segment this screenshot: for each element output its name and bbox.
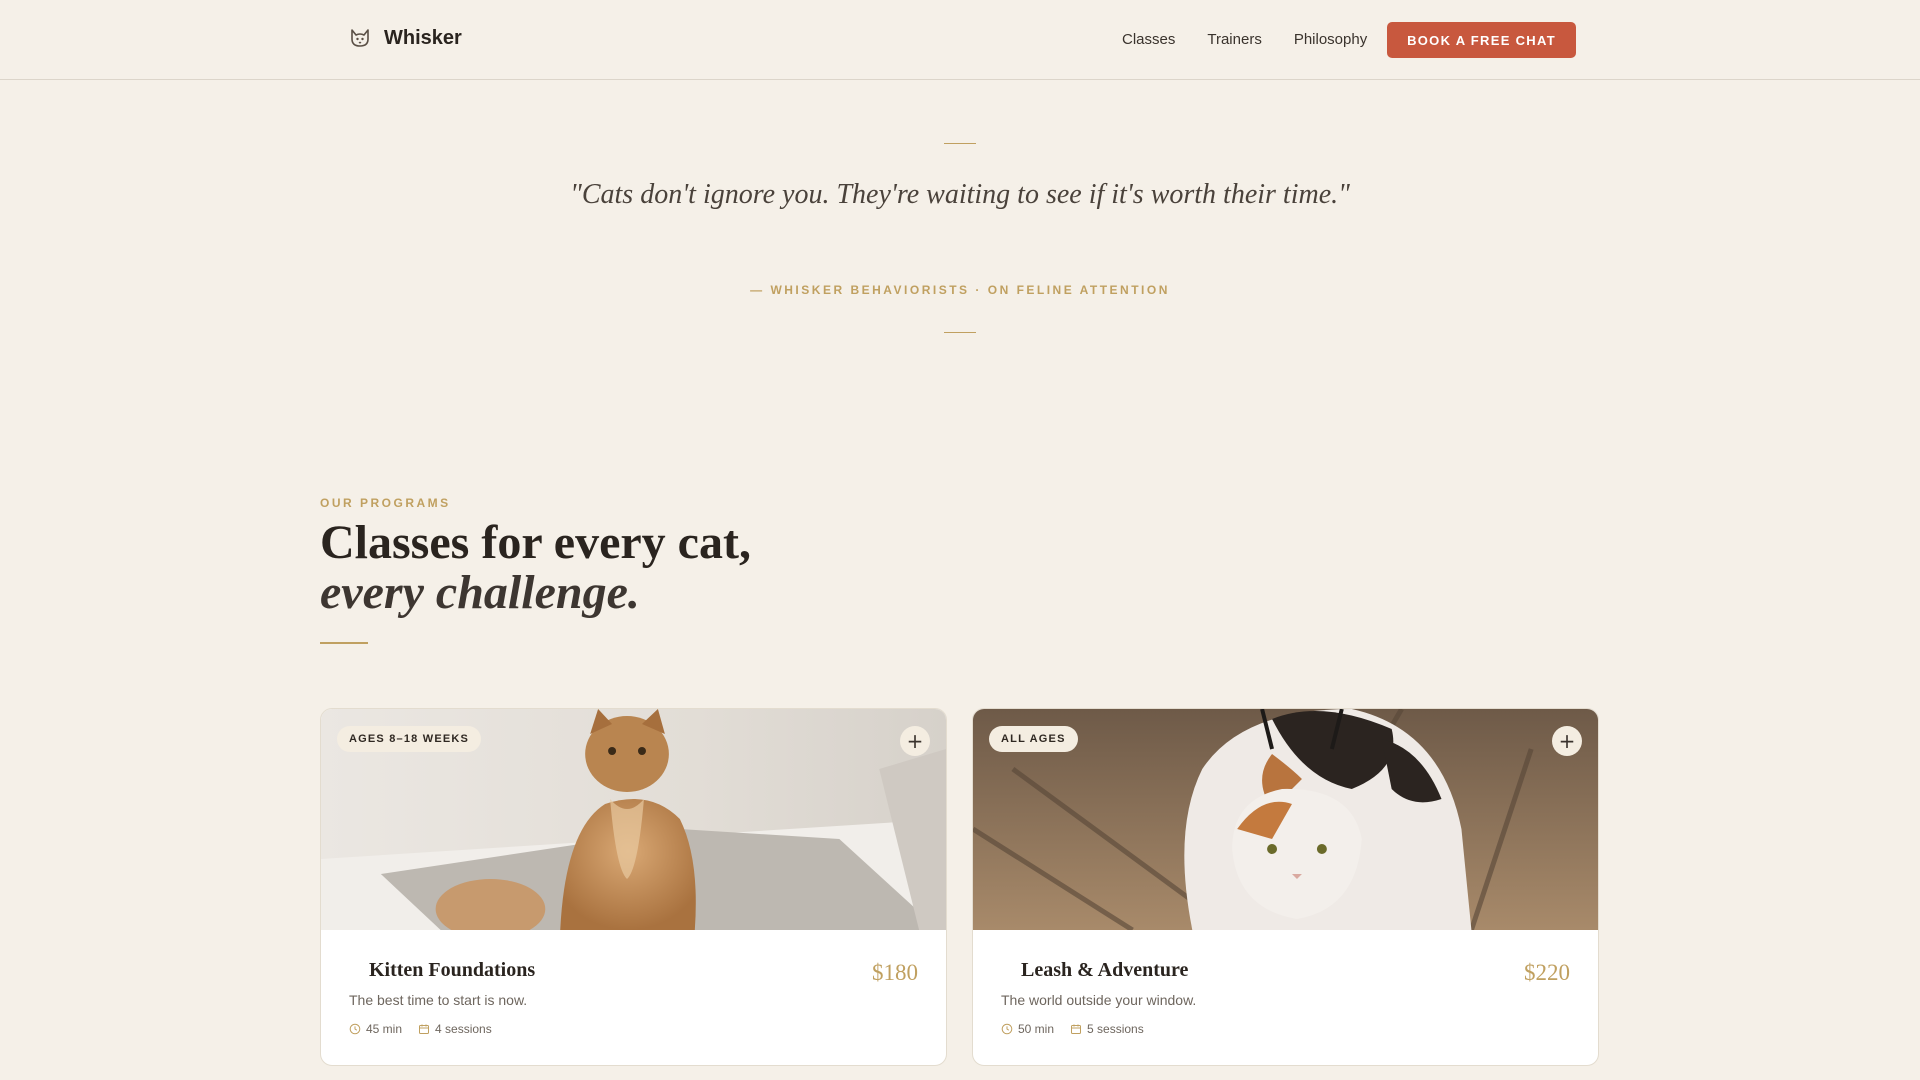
quote-top-divider <box>944 143 976 144</box>
nav-links: Classes Trainers Philosophy <box>1122 31 1367 48</box>
sessions-text: 4 sessions <box>435 1022 492 1036</box>
sessions-meta: 4 sessions <box>418 1022 492 1036</box>
age-badge: ALL AGES <box>989 726 1078 752</box>
age-badge: AGES 8–18 WEEKS <box>337 726 482 752</box>
card-description: The world outside your window. <box>1001 992 1197 1008</box>
calendar-icon <box>1071 1024 1082 1034</box>
clock-icon <box>1001 1023 1013 1035</box>
quote-attribution: — WHISKER BEHAVIORISTS · ON FELINE ATTEN… <box>750 283 1170 297</box>
section-heading-line1: Classes for every cat, <box>320 516 751 569</box>
top-nav: Whisker Classes Trainers Philosophy BOOK… <box>0 0 1920 80</box>
card-description: The best time to start is now. <box>349 992 528 1008</box>
section-heading: Classes for every cat, every challenge. <box>320 518 1120 618</box>
card-title: Leash & Adventure <box>1021 959 1189 981</box>
card-meta: 45 min 4 sessions <box>349 1022 492 1036</box>
duration-text: 45 min <box>366 1022 403 1036</box>
add-icon[interactable]: + <box>1552 726 1582 756</box>
section-heading-line2: every challenge. <box>320 566 640 619</box>
duration-meta: 45 min <box>349 1022 402 1036</box>
card-meta: 50 min 5 sessions <box>1001 1022 1144 1036</box>
clock-icon <box>349 1023 361 1035</box>
quote-bottom-divider <box>944 332 976 333</box>
nav-link-trainers[interactable]: Trainers <box>1207 31 1261 48</box>
program-card[interactable]: ALL AGES + Leash & Adventure $220 The wo… <box>972 708 1599 1066</box>
calendar-icon <box>419 1024 430 1034</box>
program-card[interactable]: AGES 8–18 WEEKS + Kitten Foundations $18… <box>320 708 947 1066</box>
section-eyebrow: OUR PROGRAMS <box>320 496 451 510</box>
nav-link-philosophy[interactable]: Philosophy <box>1294 31 1367 48</box>
card-title: Kitten Foundations <box>369 959 536 981</box>
section-heading-divider <box>320 642 368 644</box>
sessions-meta: 5 sessions <box>1070 1022 1144 1036</box>
card-price: $180 <box>872 960 918 985</box>
brand-logo[interactable]: Whisker <box>348 26 462 50</box>
quote-text: "Cats don't ignore you. They're waiting … <box>570 179 1350 210</box>
book-free-chat-button[interactable]: BOOK A FREE CHAT <box>1387 22 1576 58</box>
duration-text: 50 min <box>1018 1022 1055 1036</box>
brand-name: Whisker <box>384 26 462 49</box>
nav-link-classes[interactable]: Classes <box>1122 31 1175 48</box>
duration-meta: 50 min <box>1001 1022 1054 1036</box>
card-price: $220 <box>1524 960 1570 985</box>
cat-face-icon <box>351 29 369 47</box>
add-icon[interactable]: + <box>900 726 930 756</box>
sessions-text: 5 sessions <box>1087 1022 1144 1036</box>
